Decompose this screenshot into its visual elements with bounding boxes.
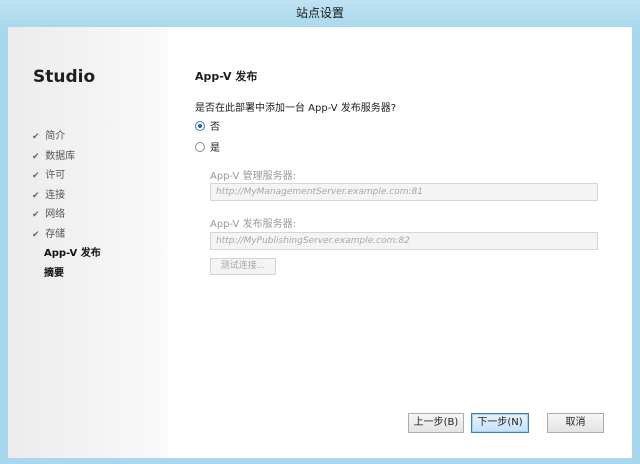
step-intro: ✔ 简介 xyxy=(32,127,162,147)
radio-yes[interactable] xyxy=(195,141,205,152)
back-button[interactable]: 上一步(B) xyxy=(408,413,464,433)
publish-question: 是否在此部署中添加一台 App-V 发布服务器? xyxy=(195,103,397,114)
wizard-steps: ✔ 简介 ✔ 数据库 ✔ 许可 ✔ 连接 ✔ 网络 ✔ 存储 App-V 发布 … xyxy=(32,127,162,283)
wizard-content: App-V 发布 是否在此部署中添加一台 App-V 发布服务器? 否 是 Ap… xyxy=(195,27,632,458)
window-frame-left xyxy=(0,27,8,464)
check-icon: ✔ xyxy=(32,151,40,162)
management-server-label: App-V 管理服务器: xyxy=(210,171,296,182)
app-title: Studio xyxy=(33,67,96,87)
step-network: ✔ 网络 xyxy=(32,205,162,225)
next-button[interactable]: 下一步(N) xyxy=(471,413,529,433)
option-no[interactable]: 否 xyxy=(195,118,220,133)
step-database: ✔ 数据库 xyxy=(32,147,162,167)
page-title: App-V 发布 xyxy=(195,70,258,83)
test-connection-button[interactable]: 测试连接... xyxy=(210,258,276,275)
step-storage: ✔ 存储 xyxy=(32,225,162,245)
window-title: 站点设置 xyxy=(0,0,640,27)
management-server-input[interactable]: http://MyManagementServer.example.com:81 xyxy=(210,183,598,201)
option-no-label: 否 xyxy=(210,122,220,133)
radio-no[interactable] xyxy=(195,120,205,131)
option-yes[interactable]: 是 xyxy=(195,139,220,154)
check-icon: ✔ xyxy=(32,132,40,142)
step-license: ✔ 许可 xyxy=(32,166,162,186)
current-step-pointer xyxy=(164,245,172,261)
step-summary: 摘要 xyxy=(44,267,64,279)
publishing-server-label: App-V 发布服务器: xyxy=(210,219,296,230)
check-icon: ✔ xyxy=(32,229,40,240)
wizard-sidebar: Studio ✔ 简介 ✔ 数据库 ✔ 许可 ✔ 连接 ✔ 网络 ✔ 存储 Ap… xyxy=(8,27,168,458)
window-frame-bottom xyxy=(0,458,640,464)
cancel-button[interactable]: 取消 xyxy=(547,413,604,433)
wizard-window: Studio ✔ 简介 ✔ 数据库 ✔ 许可 ✔ 连接 ✔ 网络 ✔ 存储 Ap… xyxy=(8,27,632,458)
publishing-server-input[interactable]: http://MyPublishingServer.example.com:82 xyxy=(210,232,598,250)
option-yes-label: 是 xyxy=(210,143,220,154)
window-frame-right xyxy=(632,27,640,464)
check-icon: ✔ xyxy=(32,210,40,220)
step-connection: ✔ 连接 xyxy=(32,186,162,206)
check-icon: ✔ xyxy=(32,171,40,181)
check-icon: ✔ xyxy=(32,190,40,201)
step-appv-publishing: App-V 发布 xyxy=(44,248,101,259)
